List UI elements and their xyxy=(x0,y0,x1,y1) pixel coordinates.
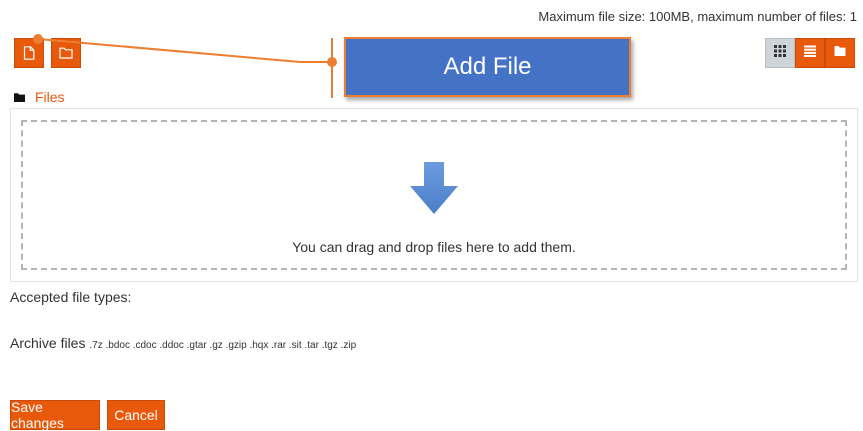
add-file-callout: Add File xyxy=(344,37,631,97)
